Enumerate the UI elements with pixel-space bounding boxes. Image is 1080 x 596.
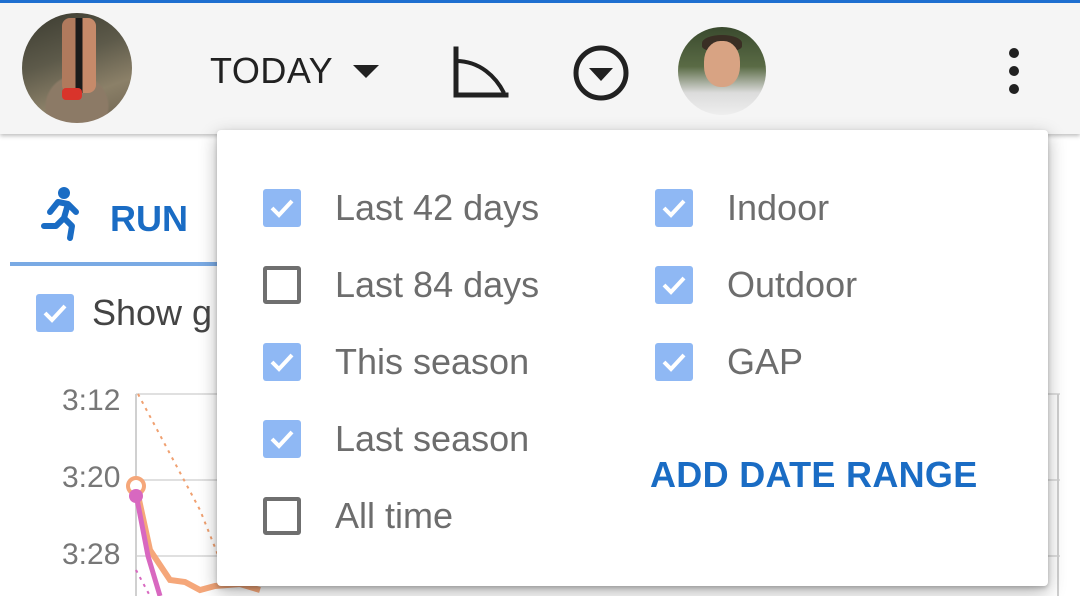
add-date-range-button[interactable]: ADD DATE RANGE xyxy=(650,454,978,496)
show-option[interactable]: Show g xyxy=(36,292,212,334)
filter-circle-icon[interactable] xyxy=(572,44,630,107)
checkbox-checked[interactable] xyxy=(655,343,693,381)
caret-down-icon xyxy=(353,64,380,78)
option-last-42-days[interactable]: Last 42 days xyxy=(263,186,539,230)
option-label: GAP xyxy=(727,341,804,382)
checkbox-checked[interactable] xyxy=(263,343,301,381)
checkbox-unchecked[interactable] xyxy=(263,497,301,535)
option-last-84-days[interactable]: Last 84 days xyxy=(263,263,539,307)
top-app-bar: TODAY xyxy=(0,0,1080,134)
option-label: This season xyxy=(335,341,530,382)
option-indoor[interactable]: Indoor xyxy=(655,186,829,230)
option-last-season[interactable]: Last season xyxy=(263,417,529,461)
option-label: All time xyxy=(335,495,454,536)
period-label: TODAY xyxy=(210,50,334,91)
option-this-season[interactable]: This season xyxy=(263,340,529,384)
checkbox-unchecked[interactable] xyxy=(263,266,301,304)
option-label: Indoor xyxy=(727,187,830,228)
option-label: Outdoor xyxy=(727,264,858,305)
show-label: Show g xyxy=(92,292,213,333)
checkbox-checked[interactable] xyxy=(655,189,693,227)
period-selector[interactable]: TODAY xyxy=(210,49,380,93)
tab-run[interactable]: RUN xyxy=(10,180,220,266)
option-label: Last season xyxy=(335,418,530,459)
show-checkbox[interactable] xyxy=(36,294,74,332)
option-all-time[interactable]: All time xyxy=(263,494,453,538)
athlete-avatar[interactable] xyxy=(678,27,766,115)
checkbox-checked[interactable] xyxy=(263,420,301,458)
option-outdoor[interactable]: Outdoor xyxy=(655,263,857,307)
more-vert-icon[interactable] xyxy=(1004,47,1024,102)
filter-dropdown: Last 42 days Last 84 days This season La… xyxy=(217,130,1048,586)
checkbox-checked[interactable] xyxy=(655,266,693,304)
option-gap[interactable]: GAP xyxy=(655,340,803,384)
runner-icon xyxy=(38,186,82,247)
option-label: Last 84 days xyxy=(335,264,540,305)
tab-run-label: RUN xyxy=(110,198,188,239)
profile-avatar[interactable] xyxy=(22,13,132,123)
checkbox-checked[interactable] xyxy=(263,189,301,227)
curve-chart-icon[interactable] xyxy=(450,45,510,106)
option-label: Last 42 days xyxy=(335,187,540,228)
